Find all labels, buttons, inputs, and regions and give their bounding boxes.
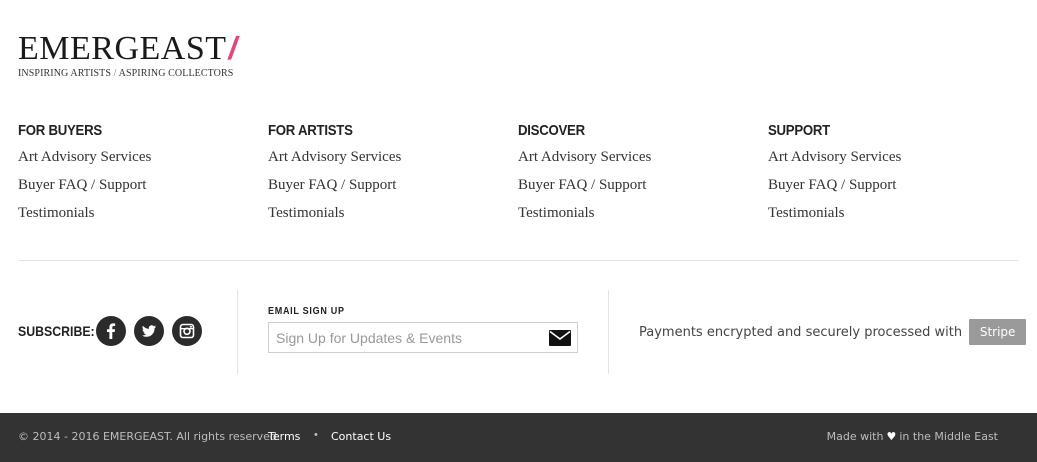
link-buyer-faq-support[interactable]: Buyer FAQ / Support [268, 177, 396, 193]
column-for-buyers: FOR BUYERS Art Advisory Services Buyer F… [18, 121, 258, 231]
payments-text: Payments encrypted and securely processe… [639, 324, 963, 340]
link-testimonials[interactable]: Testimonials [518, 205, 594, 221]
column-title: FOR ARTISTS [268, 122, 353, 139]
heart-icon: ♥ [886, 430, 897, 443]
link-art-advisory-services[interactable]: Art Advisory Services [268, 149, 401, 165]
logo-tagline: INSPIRING ARTISTS / ASPIRING COLLECTORS [18, 68, 237, 79]
column-for-artists: FOR ARTISTS Art Advisory Services Buyer … [268, 121, 508, 231]
vertical-divider [608, 290, 609, 374]
tagline-left: INSPIRING ARTISTS [18, 68, 112, 79]
section-divider [18, 260, 1018, 261]
link-art-advisory-services[interactable]: Art Advisory Services [768, 149, 901, 165]
copyright-text: © 2014 - 2016 EMERGEAST. All rights rese… [18, 430, 281, 443]
link-art-advisory-services[interactable]: Art Advisory Services [18, 149, 151, 165]
link-testimonials[interactable]: Testimonials [18, 205, 94, 221]
link-art-advisory-services[interactable]: Art Advisory Services [518, 149, 651, 165]
envelope-icon[interactable] [549, 330, 571, 346]
column-title: SUPPORT [768, 122, 830, 139]
made-with-text: Made with ♥ in the Middle East [827, 430, 998, 443]
link-buyer-faq-support[interactable]: Buyer FAQ / Support [768, 177, 896, 193]
logo-slash: / [225, 30, 241, 66]
email-signup: EMAIL SIGN UP [268, 306, 578, 353]
link-buyer-faq-support[interactable]: Buyer FAQ / Support [518, 177, 646, 193]
link-testimonials[interactable]: Testimonials [768, 205, 844, 221]
column-title: DISCOVER [518, 122, 585, 139]
tagline-right: ASPIRING COLLECTORS [118, 68, 234, 79]
column-support: SUPPORT Art Advisory Services Buyer FAQ … [768, 121, 1008, 231]
column-discover: DISCOVER Art Advisory Services Buyer FAQ… [518, 121, 758, 231]
contact-us-link[interactable]: Contact Us [331, 430, 391, 443]
column-title: FOR BUYERS [18, 122, 102, 139]
vertical-divider [237, 290, 238, 374]
subscribe-section: SUBSCRIBE: [18, 316, 202, 346]
link-testimonials[interactable]: Testimonials [268, 205, 344, 221]
terms-link[interactable]: Terms [268, 430, 300, 443]
made-prefix: Made with [826, 430, 884, 443]
social-icons [96, 316, 202, 346]
stripe-badge: Stripe [969, 319, 1027, 345]
tagline-separator: / [113, 68, 117, 79]
payments-notice: Payments encrypted and securely processe… [639, 319, 1027, 345]
instagram-icon[interactable] [172, 316, 202, 346]
bottom-bar: © 2014 - 2016 EMERGEAST. All rights rese… [0, 413, 1037, 462]
subscribe-label: SUBSCRIBE: [18, 323, 95, 339]
facebook-icon[interactable] [96, 316, 126, 346]
email-signup-label: EMAIL SIGN UP [268, 306, 345, 317]
email-signup-input[interactable] [269, 323, 539, 352]
footer-separator: • [314, 429, 318, 441]
twitter-icon[interactable] [134, 316, 164, 346]
logo[interactable]: EMERGEAST/ INSPIRING ARTISTS / ASPIRING … [18, 30, 241, 79]
link-buyer-faq-support[interactable]: Buyer FAQ / Support [18, 177, 146, 193]
email-signup-box [268, 322, 578, 353]
logo-wordmark: EMERGEAST [18, 30, 227, 67]
made-suffix: in the Middle East [899, 430, 998, 443]
